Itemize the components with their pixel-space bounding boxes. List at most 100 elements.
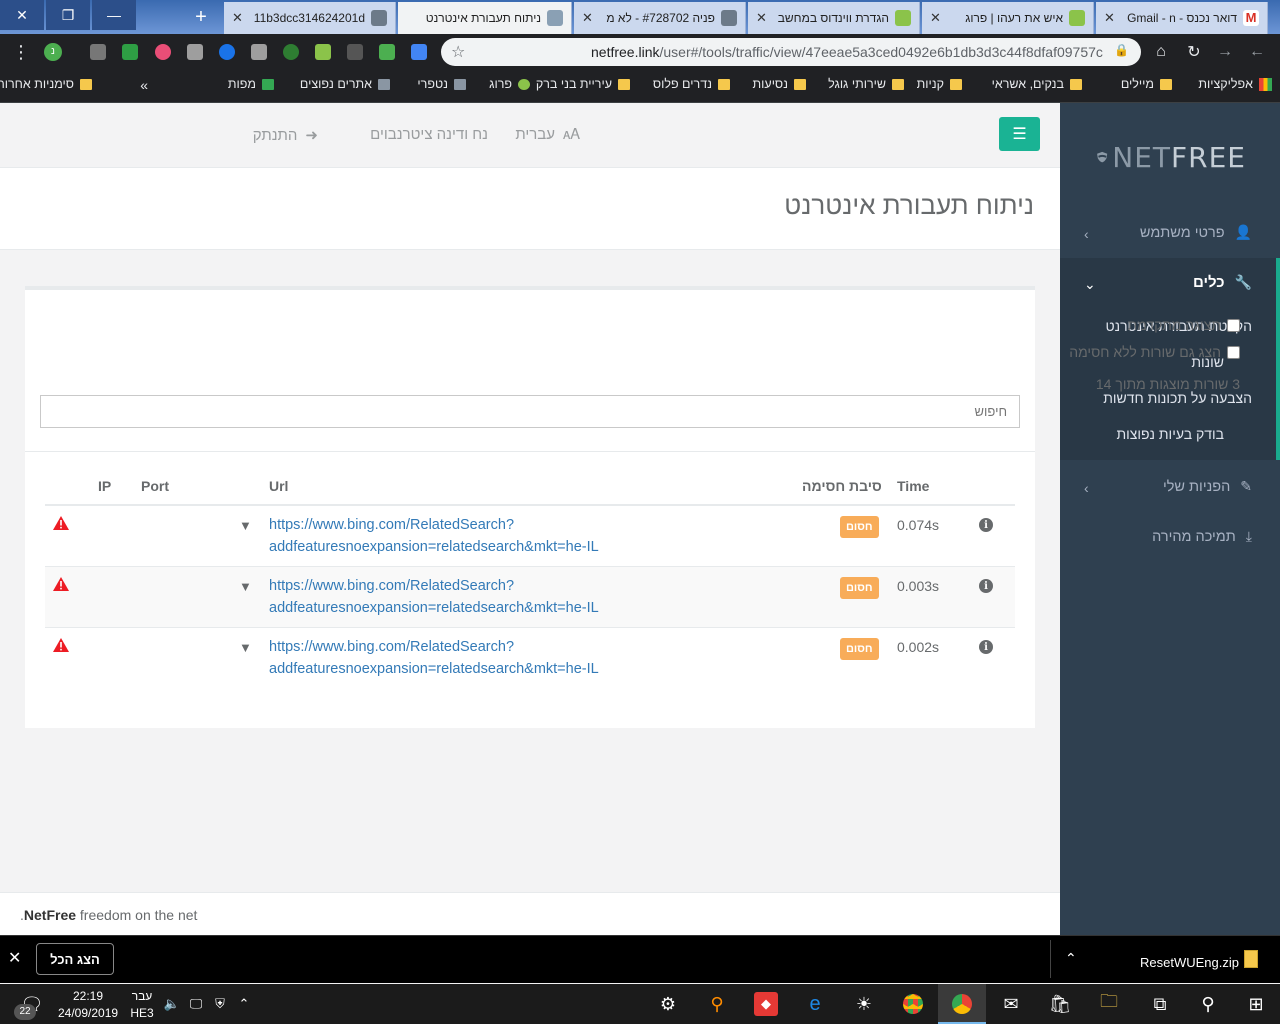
- restore-window-button[interactable]: ❐: [46, 0, 90, 30]
- tab-1[interactable]: ניתוח תעבורת אינטרנט: [398, 2, 572, 34]
- menu-dots-icon[interactable]: ⋮: [10, 41, 32, 63]
- warning-icon[interactable]: [52, 576, 70, 592]
- clock-time[interactable]: 22:19: [58, 989, 118, 1003]
- url-link[interactable]: https://www.bing.com/RelatedSearch? addfe…: [269, 636, 599, 680]
- zip-file-icon[interactable]: [1244, 950, 1258, 968]
- url-link[interactable]: https://www.bing.com/RelatedSearch? addfe…: [269, 514, 599, 558]
- keyboard-layout[interactable]: HE3: [128, 1006, 156, 1020]
- bookmark-folder[interactable]: נסיעות: [753, 77, 806, 91]
- bookmark-folder[interactable]: נדרים פלוס: [653, 77, 730, 91]
- task-view-icon[interactable]: ⧉: [1148, 992, 1172, 1016]
- warning-icon[interactable]: [52, 515, 70, 531]
- tab-0[interactable]: 11b3dcc314624201d ✕: [224, 2, 396, 34]
- column-port[interactable]: Port: [141, 478, 169, 494]
- column-reason[interactable]: סיבת חסימה: [802, 478, 882, 494]
- forward-icon[interactable]: →: [1214, 41, 1236, 63]
- search-app-icon[interactable]: ⚲: [705, 992, 729, 1016]
- address-bar[interactable]: ☆ netfree.link/user#/tools/traffic/view/…: [441, 38, 1141, 66]
- extension-map-icon[interactable]: [283, 44, 299, 60]
- profile-avatar[interactable]: נ: [42, 41, 64, 63]
- warning-icon[interactable]: [52, 637, 70, 653]
- download-item[interactable]: ResetWUEng.zip: [1140, 955, 1239, 970]
- bookmark-star-icon[interactable]: ☆: [451, 42, 465, 62]
- extension-counter-icon[interactable]: [251, 44, 267, 60]
- bookmark-prog[interactable]: פרוג: [489, 77, 530, 91]
- show-unblocked-option[interactable]: הצג גם שורות ללא חסימה: [1069, 344, 1240, 360]
- anydesk-icon[interactable]: ◆: [754, 992, 778, 1016]
- bookmark-folder[interactable]: קניות: [917, 77, 962, 91]
- extension-user-icon[interactable]: [219, 44, 235, 60]
- extension-translate-icon[interactable]: [411, 44, 427, 60]
- home-icon[interactable]: ⌂: [1150, 41, 1172, 63]
- extension-check-icon[interactable]: [122, 44, 138, 60]
- new-tab-button[interactable]: +: [188, 4, 214, 30]
- brightness-icon[interactable]: ☀: [852, 992, 876, 1016]
- network-icon[interactable]: 🖵: [184, 992, 208, 1016]
- extension-envelope-icon[interactable]: [379, 44, 395, 60]
- search-icon[interactable]: ⚲: [1196, 992, 1220, 1016]
- bookmark-apps[interactable]: אפליקציות: [1198, 77, 1272, 91]
- clock-date[interactable]: 24/09/2019: [58, 1006, 118, 1020]
- close-downloads-icon[interactable]: ✕: [8, 948, 21, 968]
- other-bookmarks[interactable]: סימניות אחרות: [0, 77, 92, 91]
- tab-2[interactable]: פניה #728702 - לא מ ✕: [574, 2, 746, 34]
- nav-user-details[interactable]: 👤 פרטי משתמש: [1140, 224, 1252, 241]
- filter-icon[interactable]: ▼: [239, 579, 252, 594]
- chevron-up-icon[interactable]: ⌃: [232, 992, 256, 1016]
- back-icon[interactable]: ←: [1246, 41, 1268, 63]
- bookmark-folder[interactable]: שירותי גוגל: [828, 77, 904, 91]
- file-explorer-icon[interactable]: 🗀: [1097, 991, 1121, 1016]
- language-link[interactable]: 🗚 עברית: [515, 126, 580, 143]
- nav-sub-common-issues[interactable]: בודק בעיות נפוצות: [1116, 426, 1224, 442]
- show-unblocked-checkbox[interactable]: [1227, 345, 1240, 359]
- reload-icon[interactable]: ↻: [1183, 41, 1205, 63]
- advanced-view-option[interactable]: תצוגה מתקדמת: [1127, 317, 1240, 333]
- tab-3[interactable]: הגדרת ווינדוס במחשב ✕: [748, 2, 920, 34]
- close-tab-icon[interactable]: ✕: [756, 10, 767, 26]
- lock-icon[interactable]: 🔒: [1114, 43, 1129, 57]
- show-all-downloads-button[interactable]: הצג הכל: [36, 943, 114, 975]
- user-name[interactable]: נח ודינה ציטרנבוים: [370, 126, 488, 143]
- bookmarks-overflow-button[interactable]: »: [140, 77, 148, 93]
- bookmark-netfree[interactable]: נטפרי: [417, 77, 466, 91]
- nav-tools[interactable]: 🔧 כלים: [1193, 274, 1252, 291]
- close-tab-icon[interactable]: ✕: [930, 10, 941, 26]
- url-link[interactable]: https://www.bing.com/RelatedSearch? addfe…: [269, 575, 599, 619]
- chrome-profile-icon[interactable]: [950, 992, 974, 1016]
- info-icon[interactable]: i: [979, 640, 993, 654]
- minimize-window-button[interactable]: —: [92, 0, 136, 30]
- windows-start-icon[interactable]: ⊞: [1244, 992, 1268, 1016]
- tab-4[interactable]: איש את רעהו | פרוג ✕: [922, 2, 1094, 34]
- nav-my-tickets[interactable]: ✎ הפניות שלי: [1163, 478, 1252, 495]
- filter-icon[interactable]: ▼: [239, 640, 252, 655]
- extension-m-icon[interactable]: [90, 44, 106, 60]
- menu-toggle-button[interactable]: ☰: [999, 117, 1040, 151]
- bookmark-folder[interactable]: בנקים, אשראי: [992, 77, 1082, 91]
- close-window-button[interactable]: ✕: [0, 0, 44, 30]
- column-url[interactable]: Url: [269, 478, 288, 494]
- column-time[interactable]: Time: [897, 478, 929, 494]
- settings-gear-icon[interactable]: ⚙: [656, 992, 680, 1016]
- bookmark-netfree[interactable]: אתרים נפוצים: [300, 77, 390, 91]
- mail-app-icon[interactable]: ✉: [999, 992, 1023, 1016]
- close-tab-icon[interactable]: ✕: [582, 10, 593, 26]
- close-tab-icon[interactable]: ✕: [232, 10, 243, 26]
- advanced-view-checkbox[interactable]: [1227, 318, 1240, 332]
- nav-quick-support[interactable]: ⤓ תמיכה מהירה: [1152, 528, 1252, 545]
- close-tab-icon[interactable]: ✕: [1104, 10, 1115, 26]
- bookmark-folder[interactable]: מיילים: [1121, 77, 1172, 91]
- volume-icon[interactable]: 🔈: [160, 992, 184, 1016]
- info-icon[interactable]: i: [979, 579, 993, 593]
- language-indicator[interactable]: עבר: [128, 989, 156, 1003]
- info-icon[interactable]: i: [979, 518, 993, 532]
- internet-explorer-icon[interactable]: e: [803, 992, 827, 1016]
- search-input[interactable]: [40, 395, 1020, 428]
- extension-mail-icon[interactable]: [187, 44, 203, 60]
- extension-prog-icon[interactable]: [315, 44, 331, 60]
- filter-icon[interactable]: ▼: [239, 518, 252, 533]
- logout-link[interactable]: ➜ התנתק: [253, 126, 318, 145]
- extension-calendar-icon[interactable]: [347, 44, 363, 60]
- column-ip[interactable]: IP: [98, 478, 111, 494]
- defender-icon[interactable]: ⛨: [208, 992, 232, 1016]
- bookmark-folder[interactable]: עיריית בני ברק: [536, 77, 630, 91]
